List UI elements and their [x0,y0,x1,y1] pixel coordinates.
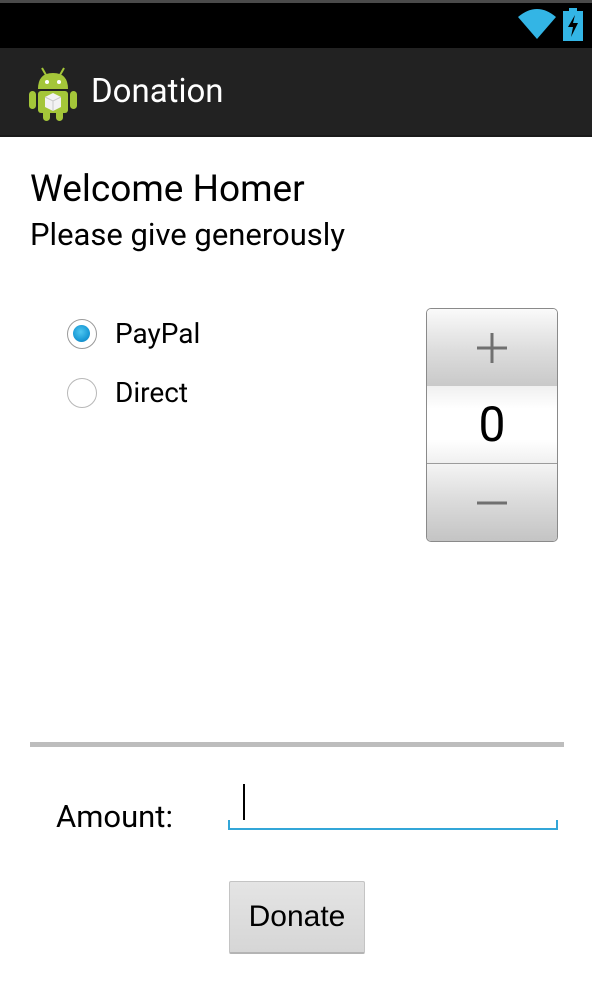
subtitle-text: Please give generously [30,216,345,253]
status-bar [0,0,592,48]
radio-direct-label: Direct [115,376,189,409]
radio-direct[interactable]: Direct [67,375,188,411]
divider [30,742,564,747]
plus-icon [477,332,507,363]
picker-value[interactable]: 0 [427,386,557,463]
wifi-icon [518,9,556,39]
picker-increment-button[interactable] [427,309,557,387]
battery-charging-icon [563,8,583,41]
text-cursor [243,784,245,820]
amount-input[interactable] [228,780,558,830]
android-robot-icon[interactable] [28,65,78,121]
radio-paypal-label: PayPal [115,317,201,350]
welcome-text: Welcome Homer [30,168,305,211]
number-picker: 0 [426,308,558,542]
radio-paypal[interactable]: PayPal [67,316,200,352]
picker-decrement-button[interactable] [427,463,557,541]
action-bar-title: Donation [91,72,224,111]
amount-input-edge-right [556,820,558,829]
minus-icon [477,501,507,504]
donate-button[interactable]: Donate [229,881,365,954]
radio-checked-indicator[interactable] [67,319,97,349]
radio-unchecked-indicator[interactable] [67,378,97,408]
amount-input-edge-left [228,820,230,829]
amount-label: Amount: [56,798,173,835]
action-bar: Donation [0,48,592,137]
